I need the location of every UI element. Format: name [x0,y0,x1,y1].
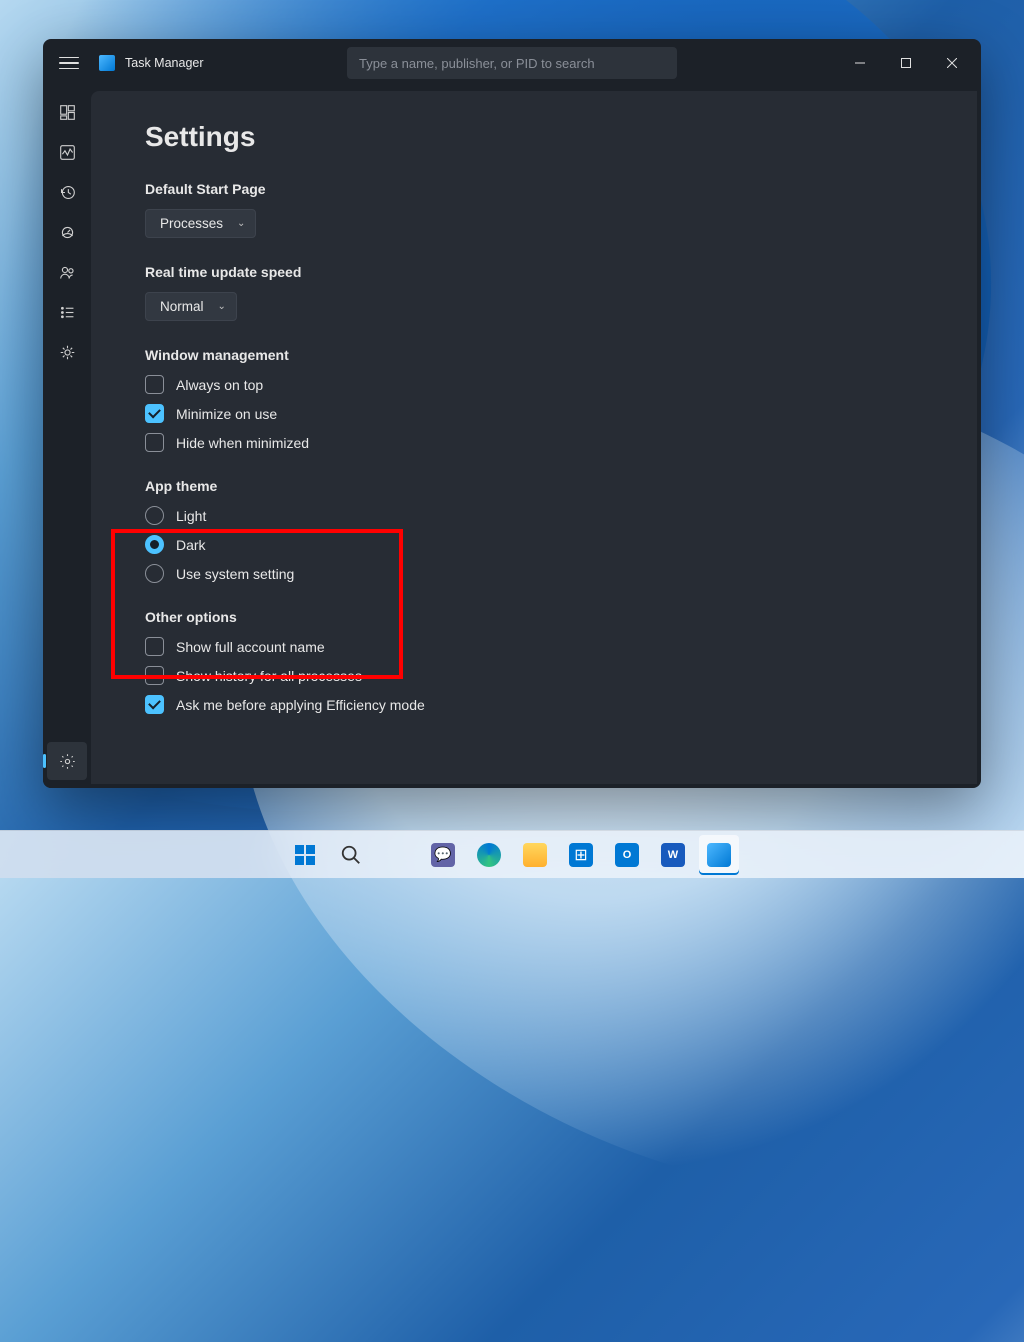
chevron-down-icon: ⌄ [218,301,226,312]
label-minimize-on-use: Minimize on use [176,406,277,422]
chevron-down-icon: ⌄ [237,218,245,229]
checkbox-minimize-on-use[interactable] [145,404,164,423]
search-placeholder: Type a name, publisher, or PID to search [359,56,595,71]
hamburger-menu-button[interactable] [57,53,81,74]
taskbar-explorer-button[interactable] [515,835,555,875]
label-update-speed: Real time update speed [145,264,977,280]
taskbar-task-manager-button[interactable] [699,835,739,875]
checkbox-ask-efficiency[interactable] [145,695,164,714]
section-other-options: Other options Show full account name Sho… [145,609,977,714]
label-app-theme: App theme [145,478,977,494]
minimize-button[interactable] [837,47,883,79]
section-app-theme: App theme Light Dark Use system setting [145,478,977,583]
section-update-speed: Real time update speed Normal ⌄ [145,264,977,321]
taskbar-search-button[interactable] [331,835,371,875]
close-button[interactable] [929,47,975,79]
label-window-management: Window management [145,347,977,363]
dropdown-value: Normal [160,299,204,314]
taskbar-word-button[interactable]: W [653,835,693,875]
taskbar: 💬 ⊞ O W [0,830,1024,878]
label-full-account-name: Show full account name [176,639,325,655]
app-title: Task Manager [125,56,204,70]
titlebar: Task Manager Type a name, publisher, or … [43,39,981,87]
checkbox-always-on-top[interactable] [145,375,164,394]
taskbar-store-button[interactable]: ⊞ [561,835,601,875]
nav-details[interactable] [47,293,87,331]
nav-app-history[interactable] [47,173,87,211]
nav-users[interactable] [47,253,87,291]
nav-settings[interactable] [47,742,87,780]
page-title: Settings [145,121,977,153]
nav-processes[interactable] [47,93,87,131]
label-theme-dark: Dark [176,537,206,553]
app-icon [99,55,115,71]
label-show-history: Show history for all processes [176,668,362,684]
maximize-button[interactable] [883,47,929,79]
search-input[interactable]: Type a name, publisher, or PID to search [347,47,677,79]
taskbar-start-button[interactable] [285,835,325,875]
checkbox-show-history[interactable] [145,666,164,685]
dropdown-default-start-page[interactable]: Processes ⌄ [145,209,256,238]
label-always-on-top: Always on top [176,377,263,393]
taskbar-edge-button[interactable] [469,835,509,875]
radio-theme-system[interactable] [145,564,164,583]
sidebar [43,87,91,788]
label-default-start-page: Default Start Page [145,181,977,197]
label-other-options: Other options [145,609,977,625]
dropdown-update-speed[interactable]: Normal ⌄ [145,292,237,321]
settings-content: Settings Default Start Page Processes ⌄ … [91,91,977,784]
nav-services[interactable] [47,333,87,371]
checkbox-hide-when-minimized[interactable] [145,433,164,452]
task-manager-window: Task Manager Type a name, publisher, or … [43,39,981,788]
nav-performance[interactable] [47,133,87,171]
section-window-management: Window management Always on top Minimize… [145,347,977,452]
label-ask-efficiency: Ask me before applying Efficiency mode [176,697,425,713]
radio-theme-light[interactable] [145,506,164,525]
checkbox-full-account-name[interactable] [145,637,164,656]
nav-startup[interactable] [47,213,87,251]
label-hide-when-minimized: Hide when minimized [176,435,309,451]
radio-theme-dark[interactable] [145,535,164,554]
taskbar-taskview-button[interactable] [377,835,417,875]
taskbar-outlook-button[interactable]: O [607,835,647,875]
dropdown-value: Processes [160,216,223,231]
label-theme-light: Light [176,508,206,524]
label-theme-system: Use system setting [176,566,294,582]
section-default-start-page: Default Start Page Processes ⌄ [145,181,977,238]
taskbar-chat-button[interactable]: 💬 [423,835,463,875]
